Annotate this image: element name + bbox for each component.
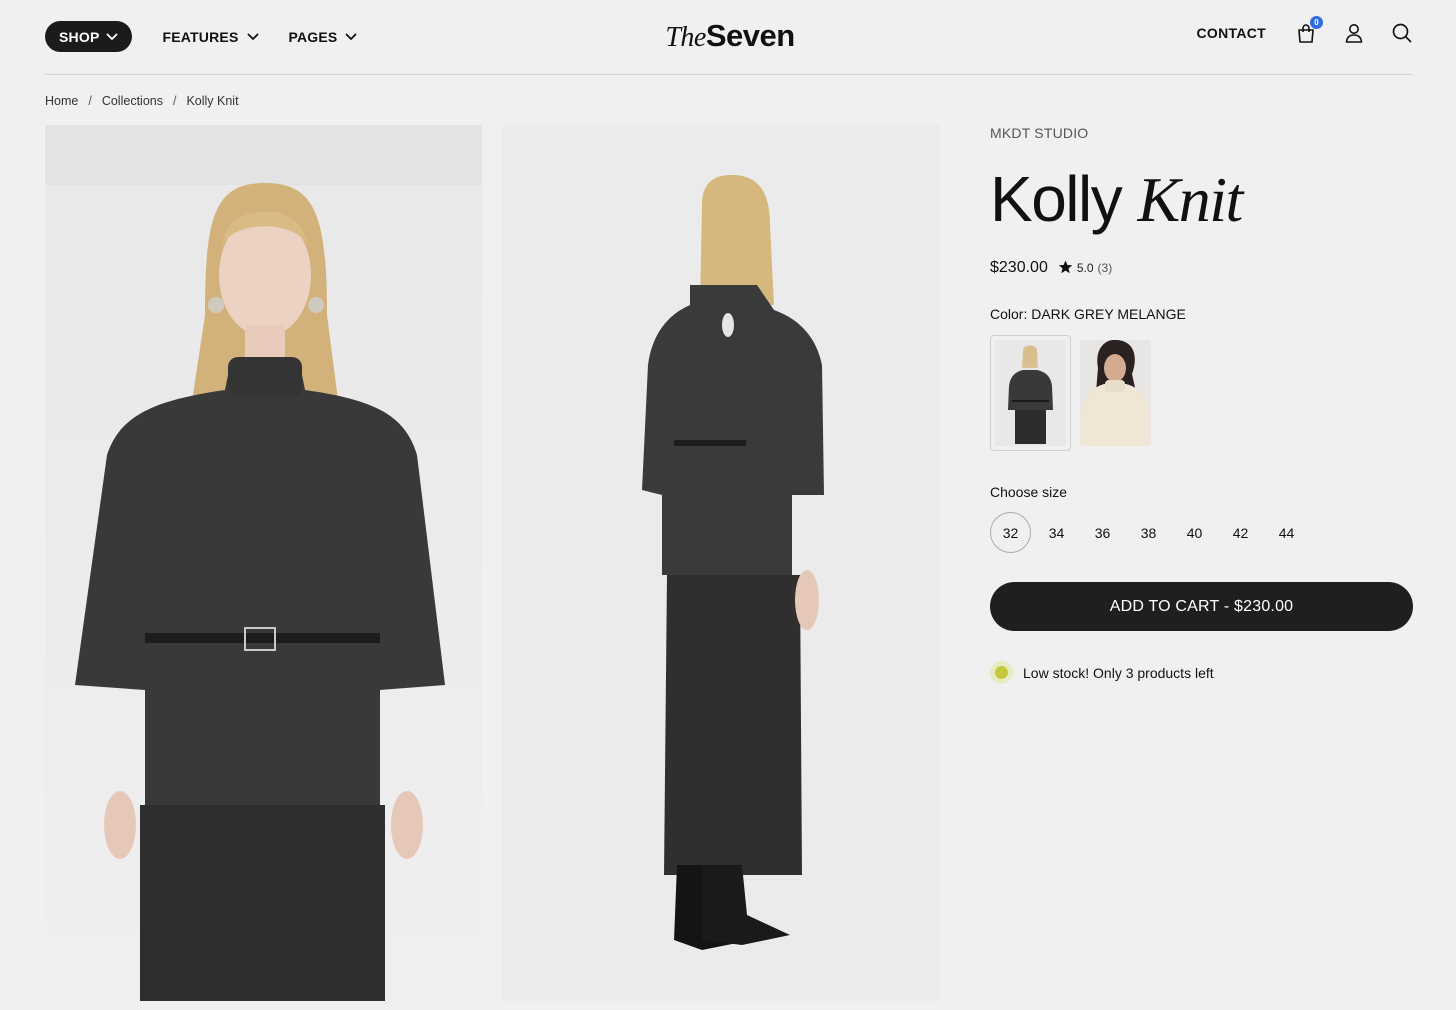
contact-link[interactable]: CONTACT	[1197, 25, 1267, 41]
features-menu[interactable]: FEATURES	[162, 29, 258, 45]
cart-count-badge: 0	[1310, 16, 1323, 29]
product-image-front[interactable]	[45, 125, 482, 1001]
product-title-plain: Kolly	[990, 163, 1123, 235]
breadcrumb-separator: /	[172, 94, 177, 108]
breadcrumb: Home / Collections / Kolly Knit	[45, 94, 239, 108]
size-option-36[interactable]: 36	[1082, 512, 1123, 553]
features-label: FEATURES	[162, 28, 239, 45]
size-option-32[interactable]: 32	[990, 512, 1031, 553]
size-option-34[interactable]: 34	[1036, 512, 1077, 553]
user-icon[interactable]	[1343, 22, 1365, 44]
shop-label: SHOP	[59, 28, 100, 45]
main-nav: SHOP FEATURES PAGES	[45, 21, 357, 52]
size-option-42[interactable]: 42	[1220, 512, 1261, 553]
product-title-italic: Knit	[1137, 164, 1244, 235]
size-selector: 32 34 36 38 40 42 44	[990, 512, 1413, 553]
add-to-cart-button[interactable]: ADD TO CART - $230.00	[990, 582, 1413, 631]
product-image-back[interactable]	[502, 125, 940, 1001]
star-icon	[1058, 260, 1073, 277]
stock-message: Low stock! Only 3 products left	[1023, 664, 1214, 681]
pages-menu[interactable]: PAGES	[289, 29, 358, 45]
pages-label: PAGES	[288, 28, 338, 45]
search-icon[interactable]	[1391, 22, 1413, 44]
product-rating[interactable]: 5.0 (3)	[1058, 260, 1112, 277]
size-label: Choose size	[990, 484, 1068, 500]
logo-part-the: The	[665, 22, 706, 53]
site-header: SHOP FEATURES PAGES TheSeven CONTACT 0	[45, 0, 1413, 75]
price-row: $230.00 5.0 (3)	[990, 259, 1413, 277]
breadcrumb-home[interactable]: Home	[45, 94, 78, 108]
review-count: (3)	[1097, 261, 1113, 275]
site-logo[interactable]: TheSeven	[665, 18, 795, 54]
color-label: Color: DARK GREY MELANGE	[990, 306, 1186, 322]
size-option-38[interactable]: 38	[1128, 512, 1169, 553]
breadcrumb-separator: /	[88, 94, 92, 108]
stock-indicator-icon	[990, 661, 1013, 684]
stock-status: Low stock! Only 3 products left	[990, 661, 1413, 684]
color-swatch-cream[interactable]	[1080, 340, 1151, 446]
shop-menu-button[interactable]: SHOP	[45, 21, 133, 52]
breadcrumb-collections[interactable]: Collections	[102, 94, 163, 108]
product-info: MKDT STUDIO Kolly Knit $230.00 5.0 (3) C…	[990, 125, 1413, 684]
logo-part-seven: Seven	[705, 18, 795, 53]
product-brand: MKDT STUDIO	[990, 125, 1089, 141]
color-swatch-dark-grey[interactable]	[990, 335, 1071, 451]
color-swatches	[990, 335, 1413, 451]
size-option-40[interactable]: 40	[1174, 512, 1215, 553]
chevron-down-icon	[247, 33, 259, 41]
cart-icon[interactable]: 0	[1295, 16, 1323, 44]
chevron-down-icon	[106, 33, 118, 41]
product-title: Kolly Knit	[990, 167, 1413, 232]
product-price: $230.00	[990, 259, 1048, 276]
rating-value: 5.0	[1076, 261, 1094, 275]
breadcrumb-current: Kolly Knit	[186, 94, 239, 108]
header-actions: CONTACT 0	[1197, 16, 1414, 44]
chevron-down-icon	[345, 33, 357, 41]
size-option-44[interactable]: 44	[1266, 512, 1307, 553]
